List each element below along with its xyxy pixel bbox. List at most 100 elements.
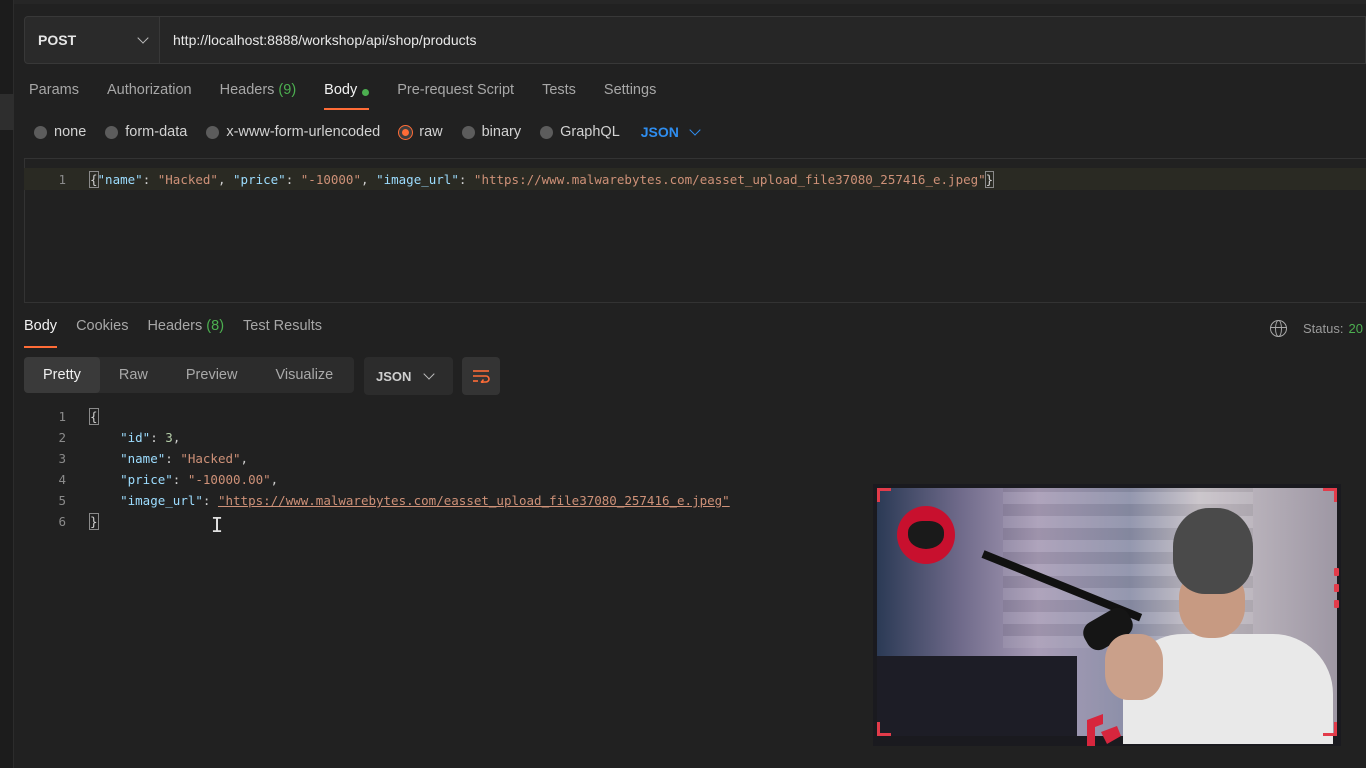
- response-format-select[interactable]: JSON: [364, 357, 453, 395]
- body-type-selector: none form-data x-www-form-urlencoded raw…: [34, 124, 701, 140]
- frame-led: [1334, 600, 1339, 608]
- view-tab-label: Preview: [185, 367, 238, 383]
- radio-label: GraphQL: [560, 124, 620, 140]
- tab-label: Headers: [147, 318, 203, 334]
- request-url-bar: POST http://localhost:8888/workshop/api/…: [24, 16, 1366, 64]
- tab-body[interactable]: Body: [324, 80, 370, 110]
- tab-label: Tests: [542, 82, 576, 98]
- radio-label: raw: [419, 124, 443, 140]
- tab-authorization[interactable]: Authorization: [107, 80, 192, 110]
- channel-logo: [897, 506, 955, 564]
- brand-mark-icon: [1087, 714, 1121, 746]
- code-line: 2 "id": 3,: [24, 427, 730, 448]
- tab-label: Headers: [219, 82, 275, 98]
- view-tab-label: Pretty: [43, 367, 81, 383]
- line-number: 3: [58, 451, 66, 466]
- tab-response-headers[interactable]: Headers (8): [147, 318, 224, 348]
- radio-icon: [461, 125, 475, 139]
- tab-label: Pre-request Script: [397, 82, 515, 98]
- response-status: Status: 20: [1270, 320, 1366, 337]
- wrap-lines-button[interactable]: [462, 357, 500, 395]
- line-number: 2: [58, 430, 66, 445]
- request-json: {"name": "Hacked", "price": "-10000", "i…: [89, 170, 995, 188]
- method-label: POST: [38, 32, 77, 48]
- desk-area: [877, 656, 1077, 736]
- response-body-viewer[interactable]: 1 { 2 "id": 3, 3 "name": "Hacked", 4 "pr…: [24, 406, 730, 532]
- line-number: 1: [58, 409, 66, 424]
- radio-none[interactable]: none: [34, 124, 86, 140]
- view-tab-label: Visualize: [275, 367, 334, 383]
- radio-label: none: [54, 124, 87, 140]
- sidebar-marker: [0, 94, 14, 130]
- request-code-line[interactable]: 1 {"name": "Hacked", "price": "-10000", …: [24, 168, 1366, 190]
- code-line: 3 "name": "Hacked",: [24, 448, 730, 469]
- radio-form-data[interactable]: form-data: [105, 124, 187, 140]
- tab-label: Body: [324, 82, 358, 98]
- body-format-label: JSON: [640, 124, 679, 140]
- tab-label: Test Results: [243, 318, 323, 334]
- tab-label: Params: [29, 82, 79, 98]
- line-number: 5: [58, 493, 66, 508]
- webcam-overlay: [873, 484, 1341, 746]
- radio-icon: [206, 125, 220, 139]
- top-border: [14, 0, 1366, 4]
- tab-params[interactable]: Params: [29, 80, 79, 110]
- radio-label: binary: [481, 124, 522, 140]
- request-tabs: Params Authorization Headers (9) Body Pre…: [29, 80, 684, 110]
- tab-preview[interactable]: Preview: [167, 357, 257, 393]
- frame-led: [1334, 584, 1339, 592]
- radio-binary[interactable]: binary: [461, 124, 522, 140]
- code-line: 6 }: [24, 511, 730, 532]
- response-link[interactable]: "https://www.malwarebytes.com/easset_upl…: [218, 493, 730, 508]
- frame-corner: [1323, 722, 1337, 736]
- tab-test-results[interactable]: Test Results: [243, 318, 322, 348]
- frame-corner: [1323, 488, 1337, 502]
- url-input[interactable]: http://localhost:8888/workshop/api/shop/…: [160, 16, 1366, 64]
- body-format-select[interactable]: JSON: [640, 124, 701, 140]
- chevron-down-icon: [423, 368, 436, 380]
- line-number: 4: [58, 472, 66, 487]
- response-format-label: JSON: [376, 368, 412, 384]
- radio-selected-icon: [399, 125, 413, 139]
- chevron-down-icon: [689, 124, 701, 136]
- tab-raw[interactable]: Raw: [100, 357, 167, 393]
- radio-icon: [34, 125, 47, 139]
- tab-pre-request-script[interactable]: Pre-request Script: [397, 80, 514, 110]
- left-sidebar-strip: [0, 0, 14, 768]
- headers-count: (9): [278, 82, 297, 98]
- person-hand: [1105, 634, 1163, 700]
- headers-count: (8): [206, 318, 225, 334]
- frame-led: [1334, 568, 1339, 576]
- view-tab-label: Raw: [118, 367, 148, 383]
- wrap-lines-icon: [473, 370, 490, 383]
- tab-response-body[interactable]: Body: [24, 318, 58, 348]
- method-select[interactable]: POST: [24, 16, 160, 64]
- tab-label: Body: [24, 318, 58, 334]
- chevron-down-icon: [137, 32, 149, 44]
- radio-label: x-www-form-urlencoded: [226, 124, 381, 140]
- line-number: 6: [58, 514, 66, 529]
- radio-x-www-form-urlencoded[interactable]: x-www-form-urlencoded: [206, 124, 380, 140]
- code-line: 5 "image_url": "https://www.malwarebytes…: [24, 490, 730, 511]
- person-beanie: [1173, 508, 1253, 594]
- tab-label: Settings: [603, 82, 657, 98]
- text-cursor-icon: I: [211, 513, 224, 537]
- frame-corner: [877, 488, 891, 502]
- status-label: Status:: [1303, 321, 1344, 336]
- radio-raw[interactable]: raw: [399, 124, 443, 140]
- tab-cookies[interactable]: Cookies: [76, 318, 128, 348]
- globe-icon[interactable]: [1270, 320, 1287, 337]
- hooded-figure-icon: [908, 521, 944, 549]
- radio-graphql[interactable]: GraphQL: [540, 124, 620, 140]
- url-text: http://localhost:8888/workshop/api/shop/…: [173, 32, 477, 48]
- code-line: 1 {: [24, 406, 730, 427]
- radio-label: form-data: [125, 124, 188, 140]
- tab-label: Authorization: [106, 82, 192, 98]
- tab-headers[interactable]: Headers (9): [220, 80, 297, 110]
- response-tabs: Body Cookies Headers (8) Test Results: [24, 318, 341, 348]
- status-code: 20: [1348, 321, 1363, 336]
- tab-settings[interactable]: Settings: [604, 80, 656, 110]
- tab-visualize[interactable]: Visualize: [256, 357, 352, 393]
- tab-pretty[interactable]: Pretty: [24, 357, 100, 393]
- tab-tests[interactable]: Tests: [542, 80, 576, 110]
